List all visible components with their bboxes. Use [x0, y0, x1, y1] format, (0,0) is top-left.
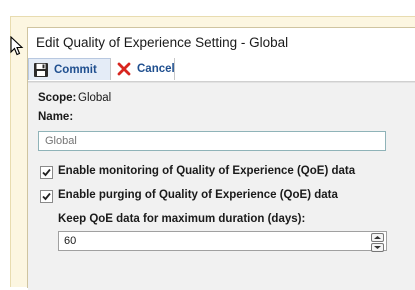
scope-value: Global: [78, 92, 112, 104]
chevron-down-icon: [374, 246, 381, 249]
keep-duration-label: Keep QoE data for maximum duration (days…: [58, 213, 306, 225]
keep-duration-input[interactable]: 60: [58, 231, 387, 252]
form-panel: [28, 82, 415, 290]
name-label: Name:: [38, 111, 74, 123]
checkmark-icon: [42, 192, 51, 201]
red-x-icon: [116, 61, 132, 77]
spin-down-button[interactable]: [371, 243, 384, 252]
checkmark-icon: [42, 168, 51, 177]
dialog-title: Edit Quality of Experience Setting - Glo…: [36, 35, 289, 50]
enable-purging-label: Enable purging of Quality of Experience …: [58, 189, 338, 201]
spin-up-button[interactable]: [371, 233, 384, 242]
floppy-disk-icon: [33, 62, 49, 78]
cancel-button[interactable]: Cancel: [112, 58, 175, 80]
mouse-cursor-icon: [10, 36, 24, 56]
toolbar: Commit Cancel: [28, 57, 415, 82]
dialog-frame: Edit Quality of Experience Setting - Glo…: [10, 16, 415, 290]
cancel-label: Cancel: [137, 63, 175, 75]
name-input[interactable]: [38, 131, 386, 151]
dialog-window: Edit Quality of Experience Setting - Glo…: [27, 27, 415, 290]
keep-duration-value: 60: [64, 235, 77, 247]
enable-monitoring-checkbox[interactable]: [40, 166, 53, 179]
chevron-up-icon: [374, 236, 381, 239]
scope-label: Scope:: [38, 92, 77, 104]
duration-spinner[interactable]: [371, 233, 384, 252]
enable-purging-checkbox[interactable]: [40, 190, 53, 203]
commit-button[interactable]: Commit: [28, 58, 111, 80]
enable-monitoring-label: Enable monitoring of Quality of Experien…: [58, 165, 356, 177]
commit-label: Commit: [54, 63, 97, 76]
